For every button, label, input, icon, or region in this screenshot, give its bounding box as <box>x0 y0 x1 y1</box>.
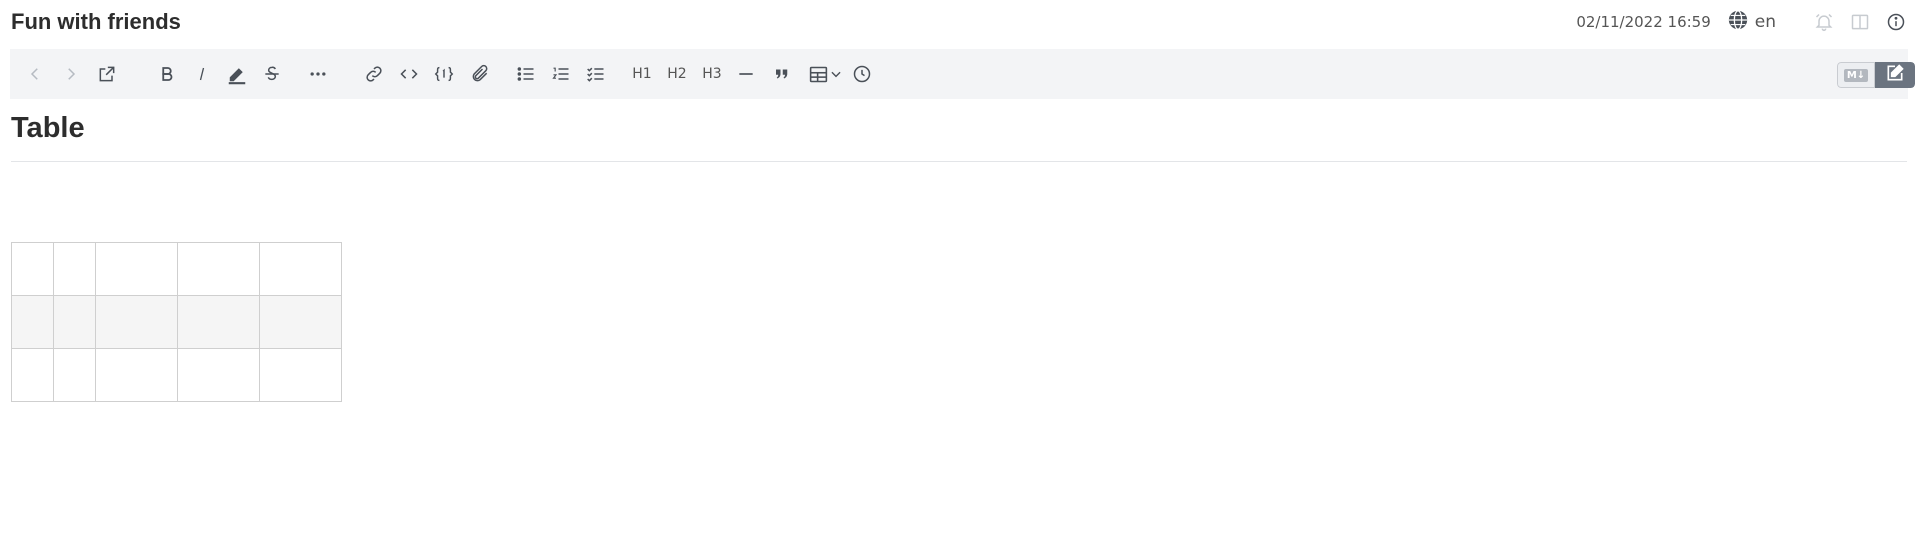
quote-icon[interactable] <box>770 62 794 86</box>
strikethrough-icon[interactable] <box>260 62 284 86</box>
table-cell[interactable] <box>95 348 178 402</box>
info-icon[interactable] <box>1886 12 1906 32</box>
heading-3-button[interactable]: H3 <box>699 62 725 86</box>
link-icon[interactable] <box>362 62 386 86</box>
table-cell[interactable] <box>53 348 96 402</box>
table-cell[interactable] <box>11 295 54 349</box>
markdown-mode-button[interactable]: M↓ <box>1837 62 1875 88</box>
document-heading[interactable]: Table <box>11 112 85 145</box>
table-cell[interactable] <box>95 242 178 296</box>
document-title: Fun with friends <box>11 9 181 34</box>
forward-icon[interactable] <box>59 62 83 86</box>
bold-icon[interactable] <box>155 62 179 86</box>
more-icon[interactable] <box>306 62 330 86</box>
clock-icon[interactable] <box>850 62 874 86</box>
checklist-icon[interactable] <box>584 62 608 86</box>
back-icon[interactable] <box>23 62 47 86</box>
attachment-icon[interactable] <box>468 62 492 86</box>
markdown-mode-label: M↓ <box>1843 68 1869 82</box>
table-cell[interactable] <box>259 348 342 402</box>
heading-1-button[interactable]: H1 <box>629 62 655 86</box>
bell-icon[interactable] <box>1814 12 1834 32</box>
heading-divider <box>11 161 1907 162</box>
table-cell[interactable] <box>259 295 342 349</box>
table-cell[interactable] <box>11 242 54 296</box>
table-cell[interactable] <box>177 348 260 402</box>
table-cell[interactable] <box>53 295 96 349</box>
table-row <box>11 295 342 349</box>
numbered-list-icon[interactable] <box>549 62 573 86</box>
language-code: en <box>1754 12 1776 32</box>
chevron-down-icon[interactable] <box>827 62 845 86</box>
title-bar: Fun with friends 02/11/2022 16:59 en <box>0 0 1920 46</box>
open-external-icon[interactable] <box>95 62 119 86</box>
table-cell[interactable] <box>11 348 54 402</box>
code-icon[interactable] <box>397 62 421 86</box>
table-cell[interactable] <box>177 295 260 349</box>
document-table[interactable] <box>11 242 342 402</box>
bullet-list-icon[interactable] <box>514 62 538 86</box>
globe-icon <box>1727 9 1749 36</box>
heading-2-button[interactable]: H2 <box>664 62 690 86</box>
editor-toolbar: H1 H2 H3 M↓ <box>10 49 1915 99</box>
italic-icon[interactable] <box>190 62 214 86</box>
editor-mode-switch: M↓ <box>1837 62 1915 88</box>
highlight-icon[interactable] <box>225 62 249 86</box>
header-actions: 02/11/2022 16:59 en <box>1576 9 1906 36</box>
table-cell[interactable] <box>53 242 96 296</box>
wysiwyg-mode-button[interactable] <box>1875 62 1915 88</box>
language-selector[interactable]: en <box>1727 9 1776 36</box>
table-cell[interactable] <box>259 242 342 296</box>
table-row <box>11 348 342 402</box>
last-modified-timestamp: 02/11/2022 16:59 <box>1576 13 1711 31</box>
table-cell[interactable] <box>177 242 260 296</box>
horizontal-rule-icon[interactable] <box>734 62 758 86</box>
split-view-icon[interactable] <box>1850 12 1870 32</box>
code-block-icon[interactable] <box>432 62 456 86</box>
table-cell[interactable] <box>95 295 178 349</box>
edit-icon <box>1885 63 1905 88</box>
table-row <box>11 242 342 296</box>
